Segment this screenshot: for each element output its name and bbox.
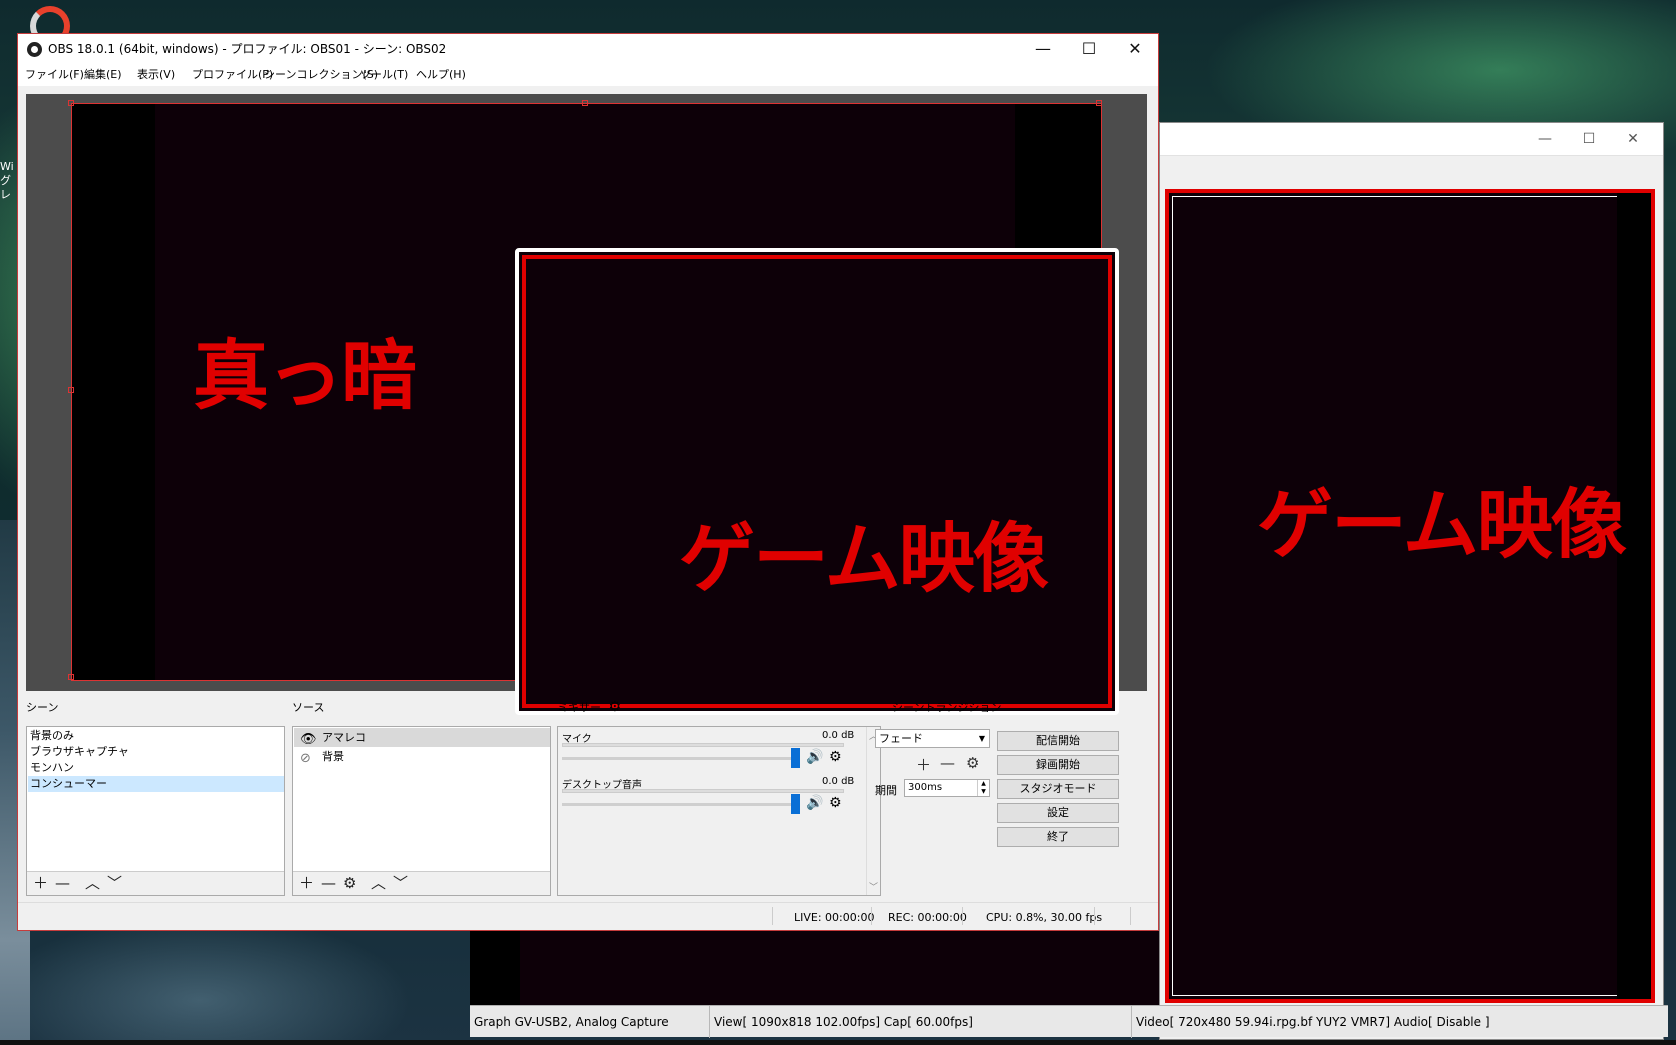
obs-logo-icon	[27, 42, 42, 57]
obs-titlebar: OBS 18.0.1 (64bit, windows) - プロファイル: OB…	[18, 34, 1158, 64]
start-recording-button[interactable]: 録画開始	[997, 755, 1119, 775]
mixer-title: ミキサー ⚙	[557, 699, 622, 715]
mixer-scrollbar[interactable]: ︿ ﹀	[866, 727, 880, 895]
sources-panel: 👁 アマレコ ⊘ 背景 ＋ — ⚙ ︿ ﹀	[292, 726, 551, 896]
resize-handle[interactable]	[68, 100, 74, 106]
scene-item[interactable]: 背景のみ	[28, 728, 284, 744]
resize-handle[interactable]	[582, 100, 588, 106]
transition-select[interactable]: フェード ▼	[875, 729, 990, 748]
live-status: LIVE: 00:00:00	[794, 911, 875, 924]
scenes-panel: 背景のみ ブラウザキャプチャ モンハン コンシューマー ＋ — ︿ ﹀	[26, 726, 285, 896]
resize-handle[interactable]	[1096, 100, 1102, 106]
add-icon[interactable]: ＋	[299, 874, 314, 892]
speaker-icon[interactable]: 🔊	[806, 795, 823, 811]
exit-button[interactable]: 終了	[997, 827, 1119, 847]
menu-edit[interactable]: 編集(E)	[84, 66, 122, 84]
sources-title: ソース	[292, 701, 325, 714]
maximize-icon[interactable]: ☐	[1066, 34, 1112, 64]
menubar: ファイル(F) 編集(E) 表示(V) プロファイル(P) シーンコレクション(…	[18, 64, 1158, 86]
gear-icon[interactable]: ⚙	[609, 699, 622, 715]
mixer-panel: マイク 0.0 dB 🔊 ⚙ デスクトップ音声 0.0 dB 🔊 ⚙ ︿ ﹀	[557, 726, 881, 896]
volume-slider[interactable]	[562, 757, 792, 760]
gear-icon[interactable]: ⚙	[966, 754, 979, 772]
scene-item[interactable]: ブラウザキャプチャ	[28, 744, 284, 760]
capture-video-lower	[470, 930, 1160, 1005]
gear-icon[interactable]: ⚙	[829, 795, 842, 811]
move-down-icon[interactable]: ﹀	[107, 874, 122, 892]
menu-tools[interactable]: ツール(T)	[360, 66, 408, 84]
transitions-title: シーントランジション	[892, 701, 1002, 714]
close-icon[interactable]: ✕	[1112, 34, 1158, 64]
menu-help[interactable]: ヘルプ(H)	[416, 66, 466, 84]
resize-handle[interactable]	[68, 387, 74, 393]
mixer-channel-db: 0.0 dB	[822, 776, 855, 787]
rec-status: REC: 00:00:00	[888, 911, 967, 924]
move-down-icon[interactable]: ﹀	[393, 874, 408, 892]
remove-icon[interactable]: —	[321, 874, 336, 892]
add-icon[interactable]: ＋	[916, 754, 931, 775]
sources-toolbar: ＋ — ⚙ ︿ ﹀	[293, 871, 550, 895]
maximize-icon[interactable]: ☐	[1567, 129, 1611, 149]
source-label: 背景	[322, 750, 344, 763]
source-item-selected[interactable]: 👁 アマレコ	[294, 728, 550, 747]
studio-mode-button[interactable]: スタジオモード	[997, 779, 1119, 799]
gear-icon[interactable]: ⚙	[829, 749, 842, 765]
spin-arrows-icon[interactable]: ▲ ▼	[977, 780, 989, 796]
obs-window: OBS 18.0.1 (64bit, windows) - プロファイル: OB…	[17, 33, 1159, 931]
mixer-channel-db: 0.0 dB	[822, 730, 855, 741]
capture-statusbar: Graph GV-USB2, Analog Capture View[ 1090…	[470, 1005, 1668, 1038]
capture-menubar	[1160, 155, 1663, 185]
volume-meter	[562, 743, 844, 747]
remove-icon[interactable]: —	[940, 754, 955, 772]
volume-slider-thumb[interactable]	[791, 748, 800, 768]
capture-view-status: View[ 1090x818 102.00fps] Cap[ 60.00fps]	[710, 1006, 1132, 1038]
capture-video-status: Video[ 720x480 59.94i.rpg.bf YUY2 VMR7] …	[1136, 1015, 1490, 1029]
duration-spinbox[interactable]: 300ms ▲ ▼	[904, 779, 990, 797]
scenes-toolbar: ＋ — ︿ ﹀	[27, 871, 284, 895]
duration-label: 期間	[875, 784, 897, 797]
add-icon[interactable]: ＋	[33, 874, 48, 892]
desktop-icon-label: Wi グレ	[0, 160, 14, 201]
capture-video-view: ゲーム映像	[1165, 189, 1655, 1003]
volume-meter	[562, 789, 844, 793]
capture-device-status: Graph GV-USB2, Analog Capture	[470, 1006, 710, 1038]
move-up-icon[interactable]: ︿	[85, 874, 100, 892]
menu-file[interactable]: ファイル(F)	[25, 66, 84, 84]
remove-icon[interactable]: —	[55, 874, 70, 892]
dark-annotation: 真っ暗	[193, 331, 417, 420]
minimize-icon[interactable]: —	[1523, 129, 1567, 149]
capture-window: — ☐ ✕ ゲーム映像	[1159, 122, 1664, 1040]
source-item[interactable]: ⊘ 背景	[294, 747, 550, 766]
volume-slider-thumb[interactable]	[791, 794, 800, 814]
settings-button[interactable]: 設定	[997, 803, 1119, 823]
speaker-icon[interactable]: 🔊	[806, 749, 823, 765]
resize-handle[interactable]	[68, 674, 74, 680]
move-up-icon[interactable]: ︿	[371, 874, 386, 892]
menu-profile[interactable]: プロファイル(P)	[192, 66, 273, 84]
chevron-down-icon: ▼	[978, 734, 985, 743]
gear-icon[interactable]: ⚙	[343, 874, 356, 892]
eye-hidden-icon[interactable]: ⊘	[300, 749, 311, 768]
start-streaming-button[interactable]: 配信開始	[997, 731, 1119, 751]
scenes-title: シーン	[26, 701, 59, 714]
scene-item-selected[interactable]: コンシューマー	[28, 776, 284, 792]
close-icon[interactable]: ✕	[1611, 129, 1655, 149]
source-label: アマレコ	[322, 731, 366, 744]
cpu-status: CPU: 0.8%, 30.00 fps	[986, 911, 1103, 924]
game-source-box[interactable]: ゲーム映像	[515, 248, 1119, 715]
capture-game-label: ゲーム映像	[1257, 480, 1627, 569]
capture-titlebar: — ☐ ✕	[1160, 123, 1663, 155]
window-title: OBS 18.0.1 (64bit, windows) - プロファイル: OB…	[48, 42, 447, 56]
game-annotation: ゲーム映像	[679, 514, 1049, 603]
volume-slider[interactable]	[562, 803, 792, 806]
scene-item[interactable]: モンハン	[28, 760, 284, 776]
taskbar	[0, 1040, 1676, 1045]
statusbar: LIVE: 00:00:00 REC: 00:00:00 CPU: 0.8%, …	[18, 902, 1158, 930]
menu-view[interactable]: 表示(V)	[137, 66, 175, 84]
minimize-icon[interactable]: —	[1020, 34, 1066, 64]
